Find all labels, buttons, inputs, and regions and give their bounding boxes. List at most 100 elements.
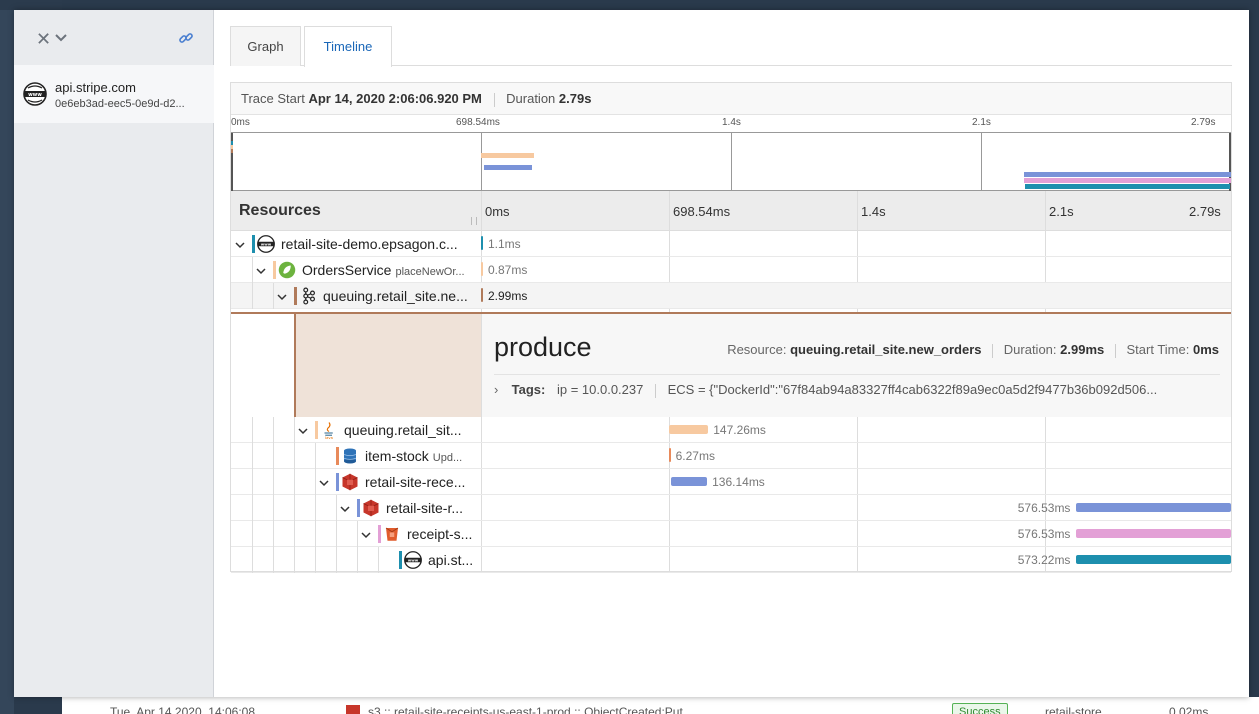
- status-badge: Success: [952, 703, 1008, 714]
- resource-row[interactable]: www retail-site-demo.epsagon.c... 1.1ms: [231, 231, 1231, 257]
- chevron-down-icon[interactable]: [235, 240, 245, 253]
- span-bar[interactable]: [481, 288, 483, 302]
- sidebar: ✕ www api.stripe.com 0e6eb3ad-eec5-0e9d-…: [14, 10, 214, 697]
- resource-name: retail-site-rece...: [365, 474, 475, 490]
- tree-indent-line: [336, 495, 337, 521]
- background-event-cell: s3 :: retail-site-receipts-us-east-1-pro…: [368, 705, 683, 714]
- resource-row[interactable]: OrdersService placeNewOr... 0.87ms: [231, 257, 1231, 283]
- resource-row[interactable]: Java queuing.retail_sit... 147.26ms: [231, 417, 1231, 443]
- tree-indent-line: [252, 547, 253, 573]
- span-color-marker: [273, 261, 276, 279]
- tree-indent-line: [273, 469, 274, 495]
- span-duration-label: 2.99ms: [488, 289, 528, 303]
- span-detail-indent: [294, 314, 481, 417]
- span-bar[interactable]: [1076, 503, 1231, 512]
- start-time-value: 0ms: [1192, 342, 1219, 357]
- resource-name: item-stock Upd...: [365, 448, 475, 464]
- www-globe-icon: www: [257, 235, 275, 253]
- span-color-marker: [252, 235, 255, 253]
- trace-start-label: Trace Start: [241, 91, 305, 106]
- span-bar[interactable]: [670, 477, 708, 486]
- tree-indent-line: [315, 547, 316, 573]
- java-icon: Java: [320, 421, 338, 440]
- span-bar[interactable]: [668, 448, 671, 462]
- minimap-tick: 0ms: [231, 117, 250, 128]
- resource-row[interactable]: retail-site-r... 576.53ms: [231, 495, 1231, 521]
- kafka-icon: [299, 287, 317, 305]
- span-bar[interactable]: [481, 262, 483, 276]
- timeline-minimap[interactable]: [231, 132, 1231, 191]
- span-color-marker: [399, 551, 402, 569]
- resource-name: queuing.retail_sit...: [344, 422, 475, 438]
- resource-name-text: OrdersService: [302, 262, 392, 278]
- background-page-top: [0, 0, 62, 10]
- resource-row[interactable]: receipt-s... 576.53ms: [231, 521, 1231, 547]
- tree-indent-line: [294, 443, 295, 469]
- svg-text:www: www: [408, 559, 419, 563]
- tree-indent-line: [273, 547, 274, 573]
- chevron-down-icon[interactable]: [340, 504, 350, 517]
- tree-indent-line: [273, 443, 274, 469]
- tree-indent-line: [294, 417, 295, 443]
- sidebar-item-title: api.stripe.com: [55, 80, 136, 95]
- tree-indent-line: [252, 521, 253, 547]
- aws-icon: [341, 473, 359, 491]
- tab-timeline[interactable]: Timeline: [304, 26, 392, 67]
- chevron-down-icon[interactable]: [277, 292, 287, 305]
- resource-operation: Upd...: [432, 452, 463, 464]
- chevron-down-icon[interactable]: [361, 530, 371, 543]
- tree-indent-line: [378, 547, 379, 573]
- resources-header: Resources 0ms 698.54ms 1.4s 2.1s 2.79s: [231, 191, 1231, 231]
- span-duration-label: 573.22ms: [1017, 553, 1071, 567]
- tree-indent-line: [273, 495, 274, 521]
- resource-row[interactable]: www api.st... 573.22ms: [231, 547, 1231, 573]
- span-duration-label: 147.26ms: [713, 423, 766, 437]
- span-bar[interactable]: [1076, 529, 1231, 538]
- tree-indent-line: [294, 469, 295, 495]
- minimap-tick: 2.1s: [972, 117, 991, 128]
- tag-ip: ip = 10.0.0.237: [556, 382, 644, 397]
- tree-indent-line: [252, 283, 253, 309]
- tags-label: Tags:: [511, 382, 546, 397]
- resource-operation: placeNewOr...: [395, 266, 465, 278]
- span-duration-label: 0.87ms: [488, 263, 528, 277]
- column-resize-handle[interactable]: [471, 217, 477, 225]
- chevron-down-icon[interactable]: [54, 30, 68, 48]
- span-color-marker: [378, 525, 381, 543]
- trace-modal: ✕ www api.stripe.com 0e6eb3ad-eec5-0e9d-…: [14, 10, 1249, 697]
- minimap-span-bar: [481, 153, 534, 158]
- span-duration-label: 136.14ms: [712, 475, 765, 489]
- resource-row[interactable]: queuing.retail_site.ne... 2.99ms: [231, 283, 1231, 309]
- tab-graph[interactable]: Graph: [230, 26, 301, 66]
- chevron-down-icon[interactable]: [298, 426, 308, 439]
- background-date-cell: Tue, Apr 14 2020, 14:06:08: [110, 705, 256, 714]
- timeline-panel: Trace Start Apr 14, 2020 2:06:06.920 PM …: [230, 82, 1232, 573]
- link-icon[interactable]: [178, 30, 194, 49]
- tree-indent-line: [273, 417, 274, 443]
- resource-name-text: retail-site-rece...: [365, 474, 466, 490]
- minimap-span-bar: [231, 149, 233, 153]
- tree-indent-line: [294, 521, 295, 547]
- resource-row[interactable]: retail-site-rece... 136.14ms: [231, 469, 1231, 495]
- tags-expand-icon[interactable]: ›: [494, 375, 508, 404]
- trace-start-value: Apr 14, 2020 2:06:06.920 PM: [308, 91, 482, 106]
- tree-indent-line: [315, 521, 316, 547]
- chevron-down-icon[interactable]: [319, 478, 329, 491]
- close-icon[interactable]: ✕: [36, 30, 51, 48]
- span-bar[interactable]: [481, 236, 483, 250]
- span-bar[interactable]: [1076, 555, 1231, 564]
- resource-name-text: retail-site-r...: [386, 500, 464, 516]
- span-bar[interactable]: [668, 425, 709, 434]
- resource-row[interactable]: item-stock Upd... 6.27ms: [231, 443, 1231, 469]
- span-duration-label: 1.1ms: [488, 237, 521, 251]
- span-color-marker: [315, 421, 318, 439]
- minimap-tick: 2.79s: [1191, 117, 1216, 128]
- chevron-down-icon[interactable]: [256, 266, 266, 279]
- sidebar-item-api-stripe[interactable]: www api.stripe.com 0e6eb3ad-eec5-0e9d-d2…: [14, 65, 214, 123]
- span-duration-label: 576.53ms: [1017, 527, 1071, 541]
- svg-text:Java: Java: [324, 436, 333, 439]
- span-color-marker: [294, 287, 297, 305]
- resource-name-text: queuing.retail_sit...: [344, 422, 462, 438]
- trace-duration-value: 2.79s: [558, 91, 592, 106]
- resource-name: retail-site-demo.epsagon.c...: [281, 236, 475, 252]
